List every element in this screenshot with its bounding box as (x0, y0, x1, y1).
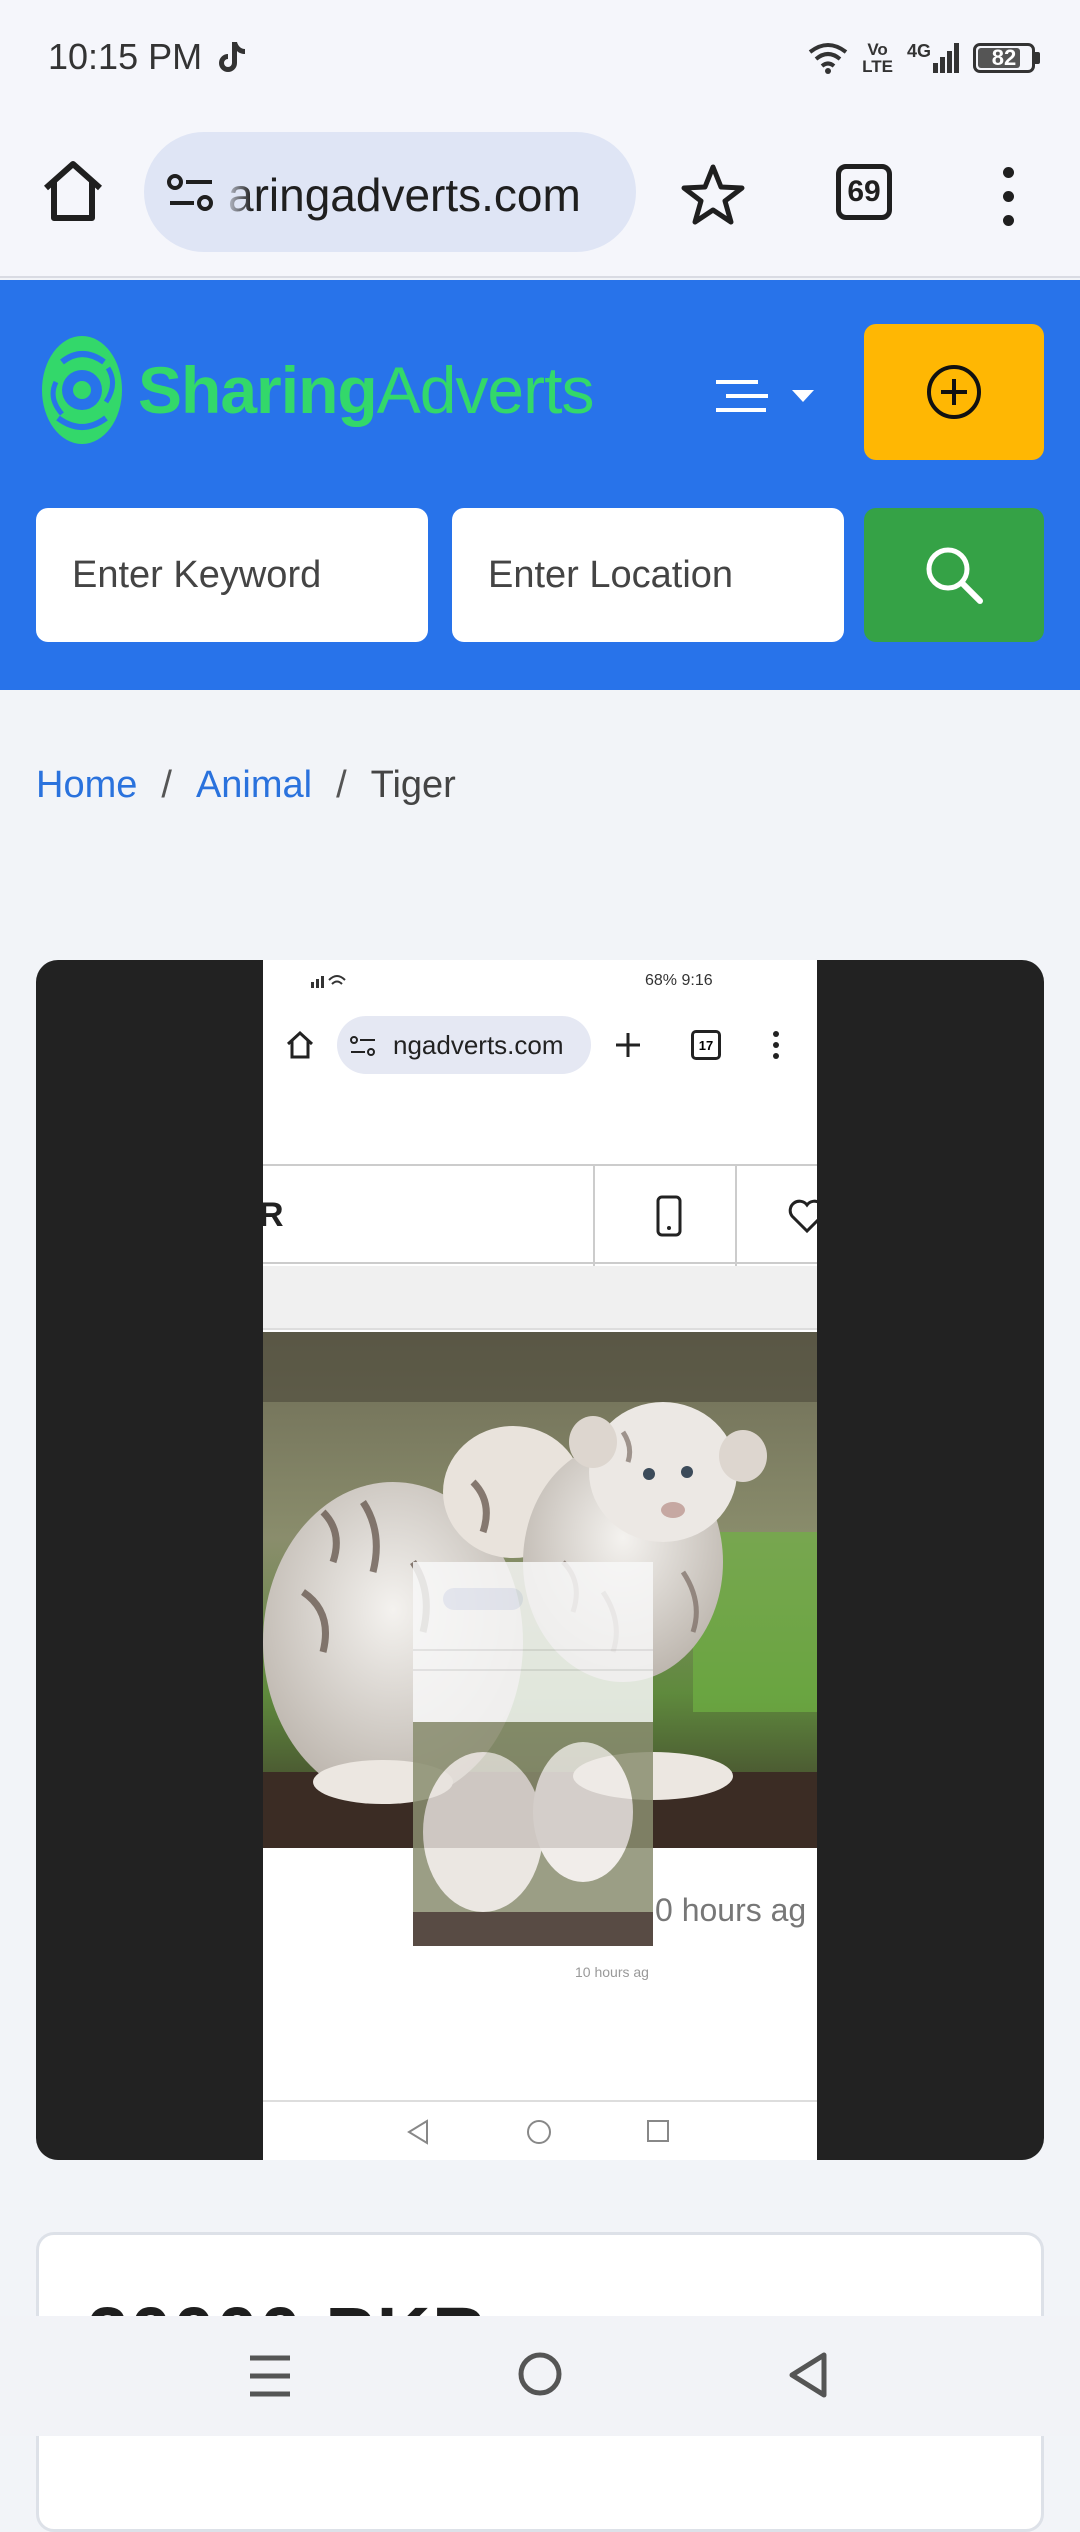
home-icon[interactable] (38, 156, 108, 226)
breadcrumb-separator: / (336, 764, 347, 806)
wifi-icon (808, 43, 848, 74)
logo-mark-icon (42, 336, 122, 444)
image-gray-band (263, 1266, 817, 1330)
image-posted-time-small: 10 hours ag (575, 1964, 649, 1980)
cell-signal-icon: 4G (906, 41, 959, 73)
menu-dot (1002, 214, 1014, 226)
image-home-nav-icon (527, 2120, 551, 2144)
plus-circle-icon (927, 365, 981, 419)
location-search-input[interactable] (452, 508, 844, 642)
breadcrumb: Home / Animal / Tiger (36, 764, 456, 807)
bookmark-star-icon[interactable] (680, 162, 746, 228)
image-contact-row: R (263, 1164, 817, 1266)
browser-toolbar: aringadverts.com 69 (0, 120, 1080, 278)
keyword-search-input[interactable] (36, 508, 428, 642)
volte-bottom: LTE (862, 57, 893, 76)
site-logo[interactable]: SharingAdverts (38, 332, 595, 448)
search-button[interactable] (864, 508, 1044, 642)
menu-dot (1002, 166, 1014, 178)
logo-text-adverts: Adverts (376, 353, 595, 427)
image-status-right: 68% 9:16 (645, 972, 713, 989)
battery-icon: 82 (973, 43, 1040, 73)
android-navigation-bar (0, 2316, 1080, 2436)
image-row-letter: R (263, 1196, 284, 1234)
menu-dot (1002, 190, 1014, 202)
image-phone-icon (656, 1195, 682, 1237)
breadcrumb-category-link[interactable]: Animal (196, 764, 312, 807)
status-time: 10:15 PM (48, 36, 203, 77)
logo-text-sharing: Sharing (138, 353, 378, 427)
battery-tip (1035, 52, 1040, 64)
nav-menu-toggle-icon[interactable] (712, 376, 822, 426)
image-status-bar: 68% 9:16 (263, 960, 817, 1002)
volte-indicator: Vo LTE (862, 41, 893, 75)
site-settings-icon[interactable] (166, 172, 216, 214)
image-heart-icon (788, 1199, 817, 1234)
volte-top: Vo (867, 40, 888, 59)
image-back-icon (407, 2119, 428, 2145)
address-bar[interactable]: aringadverts.com (144, 132, 636, 252)
image-divider (735, 1166, 737, 1266)
site-header: SharingAdverts (0, 280, 1080, 690)
browser-menu-icon[interactable] (990, 160, 1026, 232)
logo-text: SharingAdverts (138, 352, 595, 428)
image-divider (593, 1166, 595, 1266)
recents-menu-icon[interactable] (248, 2352, 292, 2400)
image-home-icon (286, 1030, 314, 1059)
home-nav-icon[interactable] (516, 2350, 564, 2398)
status-bar: 10:15 PM Vo LTE 4G 82 (0, 0, 1080, 120)
image-signal-icon (311, 975, 346, 988)
image-site-settings-icon (350, 1036, 375, 1056)
back-nav-icon[interactable] (786, 2350, 830, 2400)
image-posted-time: 0 hours ag (655, 1892, 807, 1928)
url-text: aringadverts.com (228, 169, 581, 221)
listing-image: 68% 9:16 ngadverts.com 17 R 0 hours ag 1… (263, 960, 817, 2160)
image-tab-count: 17 (691, 1030, 721, 1060)
image-browser-bar: ngadverts.com 17 (263, 1010, 817, 1080)
image-plus-icon (616, 1033, 640, 1057)
battery-body: 82 (973, 43, 1035, 73)
tab-switcher-button[interactable]: 69 (836, 164, 892, 220)
breadcrumb-current: Tiger (370, 764, 456, 806)
url-fade (222, 132, 252, 252)
tiktok-icon (219, 42, 245, 72)
battery-level: 82 (991, 45, 1017, 70)
network-type: 4G (906, 41, 931, 61)
image-android-nav (263, 2100, 817, 2160)
image-url-text: ngadverts.com (393, 1030, 564, 1060)
image-menu-icon (773, 1031, 779, 1059)
post-ad-button[interactable] (864, 324, 1044, 460)
status-icons: Vo LTE 4G 82 (808, 36, 1040, 80)
listing-image-viewer[interactable]: 68% 9:16 ngadverts.com 17 R 0 hours ag 1… (36, 960, 1044, 2160)
breadcrumb-home-link[interactable]: Home (36, 764, 137, 807)
image-recents-icon (647, 2120, 669, 2142)
nested-screenshot-thumbnail (413, 1562, 653, 1946)
search-icon (926, 547, 983, 604)
breadcrumb-separator: / (161, 764, 172, 806)
